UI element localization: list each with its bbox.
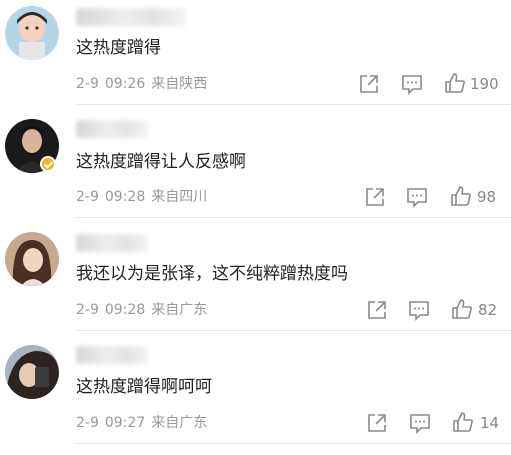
user-avatar[interactable]	[5, 232, 59, 286]
divider	[76, 330, 511, 331]
comment-date: 2-9	[76, 189, 99, 205]
like-count: 190	[470, 75, 499, 93]
share-icon	[360, 75, 378, 93]
comment-button[interactable]	[406, 186, 428, 208]
divider	[76, 443, 511, 444]
comment-time: 09:28	[104, 302, 146, 318]
user-avatar[interactable]	[5, 345, 59, 399]
comment-time: 09:27	[104, 415, 146, 431]
share-button[interactable]	[364, 186, 386, 208]
username-blurred[interactable]	[76, 120, 148, 138]
comment-text: 我还以为是张译，这不纯粹蹭热度吗	[76, 264, 348, 284]
share-icon	[366, 188, 384, 206]
username-blurred[interactable]	[76, 346, 148, 364]
comment-location: 来自广东	[151, 302, 208, 318]
comment-date: 2-9	[76, 415, 99, 431]
like-button[interactable]	[452, 411, 474, 433]
comment-meta: 2-9 09:27 来自广东	[76, 414, 213, 432]
share-button[interactable]	[366, 412, 388, 434]
comment-icon	[410, 414, 430, 434]
thumbs-up-icon	[452, 299, 472, 319]
comment-button[interactable]	[409, 412, 431, 434]
thumbs-up-icon	[451, 186, 471, 206]
comment-icon	[409, 301, 429, 321]
comment-item: 这热度蹭得 2-9 09:26 来自陕西 190	[0, 0, 511, 113]
share-button[interactable]	[366, 299, 388, 321]
username-blurred[interactable]	[76, 234, 148, 252]
verified-badge-icon	[40, 156, 56, 172]
comment-meta: 2-9 09:28 来自广东	[76, 301, 213, 319]
comment-icon	[402, 75, 422, 95]
comment-icon	[407, 188, 427, 208]
comment-text: 这热度蹭得啊呵呵	[76, 377, 212, 397]
comment-location: 来自陕西	[151, 76, 208, 92]
comment-item: 我还以为是张译，这不纯粹蹭热度吗 2-9 09:28 来自广东 82	[0, 226, 511, 339]
comment-date: 2-9	[76, 302, 99, 318]
share-icon	[368, 414, 386, 432]
comment-item: 这热度蹭得让人反感啊 2-9 09:28 来自四川 98	[0, 113, 511, 226]
like-button[interactable]	[444, 72, 466, 94]
like-count: 98	[477, 188, 497, 206]
comment-date: 2-9	[76, 76, 99, 92]
child-avatar-icon	[5, 6, 59, 60]
comment-text: 这热度蹭得让人反感啊	[76, 152, 246, 172]
comment-meta: 2-9 09:28 来自四川	[76, 188, 213, 206]
comment-time: 09:28	[104, 189, 146, 205]
comment-meta: 2-9 09:26 来自陕西	[76, 75, 213, 93]
comment-item: 这热度蹭得啊呵呵 2-9 09:27 来自广东 14	[0, 339, 511, 452]
username-blurred[interactable]	[76, 8, 186, 26]
share-icon	[368, 301, 386, 319]
user-avatar[interactable]	[5, 6, 59, 60]
comment-location: 来自四川	[151, 189, 208, 205]
thumbs-up-icon	[453, 412, 473, 432]
woman-selfie-avatar-icon	[5, 345, 59, 399]
comment-button[interactable]	[401, 73, 423, 95]
like-count: 82	[478, 301, 498, 319]
comment-text: 这热度蹭得	[76, 38, 161, 58]
woman-avatar-icon	[5, 232, 59, 286]
comment-time: 09:26	[104, 76, 146, 92]
like-button[interactable]	[450, 185, 472, 207]
comment-button[interactable]	[408, 299, 430, 321]
share-button[interactable]	[358, 73, 380, 95]
like-button[interactable]	[451, 298, 473, 320]
like-count: 14	[480, 414, 500, 432]
thumbs-up-icon	[445, 73, 465, 93]
divider	[76, 104, 511, 105]
comment-location: 来自广东	[151, 415, 208, 431]
divider	[76, 217, 511, 218]
